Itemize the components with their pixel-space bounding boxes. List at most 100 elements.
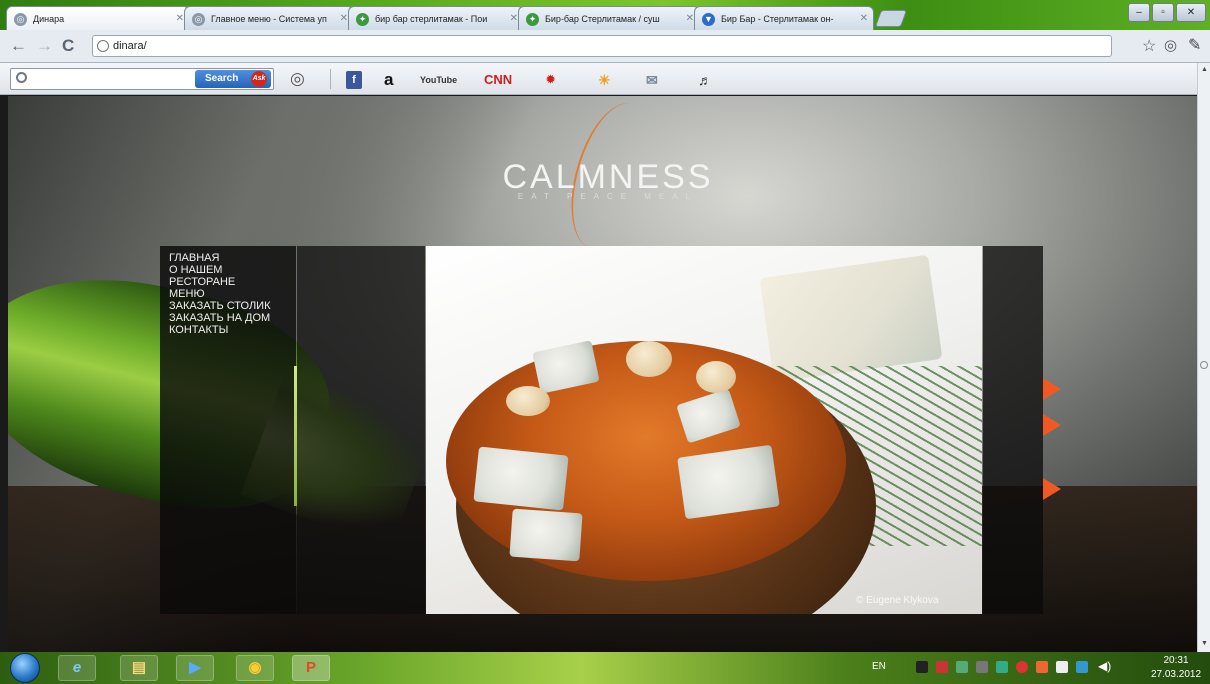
search-result-icon: ✦	[526, 13, 539, 26]
address-bar: ← → C dinara/ ☆ ◎ ✎	[0, 30, 1210, 63]
vertical-scrollbar[interactable]: ▲ ▼	[1197, 63, 1210, 652]
maximize-button[interactable]: ▫	[1152, 3, 1174, 22]
leek-accent-line	[294, 366, 297, 506]
cheese-piece	[677, 444, 780, 520]
tray-icon[interactable]	[916, 661, 928, 673]
close-icon[interactable]: ✕	[860, 7, 868, 30]
menu-item-book-table[interactable]: ЗАКАЗАТЬ СТОЛИК	[169, 300, 296, 312]
cnn-icon[interactable]: CNN	[484, 71, 512, 89]
tray-icon[interactable]	[996, 661, 1008, 673]
menu-item-about-restaurant[interactable]: РЕСТОРАНЕ	[169, 276, 296, 288]
tab-title: Бир-бар Стерлитамак / суш	[545, 14, 660, 24]
new-tab-button[interactable]	[874, 10, 908, 27]
explorer-folder-icon[interactable]: ▤	[120, 655, 158, 681]
facebook-icon[interactable]: f	[346, 71, 362, 89]
chrome-icon[interactable]: ◉	[236, 655, 274, 681]
tab-dinara[interactable]: ◎ Динара ✕	[6, 6, 190, 30]
photo-credit: © Eugene Klykova	[856, 595, 939, 606]
amazon-icon[interactable]: a	[384, 71, 393, 89]
tray-icon[interactable]	[976, 661, 988, 673]
ask-logo-icon: Ask	[251, 71, 267, 87]
mail-icon[interactable]: ✉	[646, 71, 658, 89]
menu-item-contacts[interactable]: КОНТАКТЫ	[169, 324, 296, 336]
toolbar-separator	[330, 69, 331, 89]
scroll-thumb[interactable]	[1200, 361, 1208, 369]
language-indicator[interactable]: EN	[872, 661, 886, 672]
bookmark-icon: ▼	[702, 13, 715, 26]
ask-search-input[interactable]	[33, 71, 193, 87]
cashew-nut	[696, 361, 736, 393]
reload-icon[interactable]: C	[62, 36, 74, 56]
minimize-button[interactable]: –	[1128, 3, 1150, 22]
tray-icon[interactable]	[936, 661, 948, 673]
star-icon[interactable]: ☆	[1142, 36, 1156, 56]
sun-icon[interactable]: ☀	[598, 71, 611, 89]
slider-controls	[983, 246, 1043, 614]
media-player-icon[interactable]: ▶	[176, 655, 214, 681]
web-page: CALMNESS EAT PEACE MEAL ГЛАВНАЯ О НАШЕМ …	[8, 96, 1197, 652]
page-icon	[97, 40, 109, 52]
menu-item-about[interactable]: О НАШЕМ	[169, 264, 296, 276]
url-text: dinara/	[113, 40, 147, 52]
tab-beer-bar-search[interactable]: ✦ бир бар стерлитамак - Пои ✕	[348, 6, 524, 30]
content-strip	[297, 246, 425, 614]
slide-arrow-icon[interactable]	[1043, 478, 1061, 500]
tab-title: Главное меню - Система уп	[211, 14, 327, 24]
close-icon[interactable]: ✕	[176, 7, 184, 30]
tab-title: Динара	[33, 14, 65, 24]
powerpoint-icon[interactable]: P	[292, 655, 330, 681]
cheese-piece	[473, 446, 569, 511]
cashew-nut	[506, 386, 550, 416]
scroll-up-icon[interactable]: ▲	[1201, 66, 1208, 73]
close-icon[interactable]: ✕	[340, 7, 348, 30]
tab-main-menu[interactable]: ◎ Главное меню - Система уп ✕	[184, 6, 354, 30]
tray-icon[interactable]	[956, 661, 968, 673]
site-tagline: EAT PEACE MEAL	[517, 192, 699, 201]
ask-toolbar: Search Ask ◎ f a YouTube CNN ✹ ☀ ✉ ♬	[0, 63, 1210, 95]
food-photo: © Eugene Klykova	[426, 246, 982, 614]
globe-icon: ◎	[192, 13, 205, 26]
youtube-icon[interactable]: YouTube	[420, 71, 468, 89]
cheese-piece	[509, 508, 583, 562]
clock-date[interactable]: 27.03.2012	[1146, 669, 1206, 680]
close-icon[interactable]: ✕	[510, 7, 518, 30]
volume-icon[interactable]: ◀)	[1098, 659, 1111, 673]
cashew-nut	[626, 341, 672, 377]
tab-title: бир бар стерлитамак - Пои	[375, 14, 488, 24]
menu-item-menu[interactable]: МЕНЮ	[169, 288, 296, 300]
tab-title: Бир Бар - Стерлитамак он-	[721, 14, 834, 24]
flag-icon[interactable]	[1036, 661, 1048, 673]
scroll-down-icon[interactable]: ▼	[1201, 640, 1208, 647]
wrench-icon[interactable]: ✎	[1188, 35, 1201, 55]
start-button[interactable]	[10, 653, 40, 683]
main-menu: ГЛАВНАЯ О НАШЕМ РЕСТОРАНЕ МЕНЮ ЗАКАЗАТЬ …	[160, 246, 296, 614]
tab-beer-bar-online[interactable]: ▼ Бир Бар - Стерлитамак он- ✕	[694, 6, 874, 30]
extension-icon[interactable]: ◎	[1164, 36, 1177, 54]
tray-icon[interactable]	[1016, 661, 1028, 673]
weather-icon[interactable]: ✹	[546, 71, 555, 89]
windows-taskbar: e ▤ ▶ ◉ P EN ◀) 20:31 27.03.2012	[0, 652, 1210, 684]
globe-icon: ◎	[14, 13, 27, 26]
close-window-button[interactable]: ✕	[1176, 3, 1206, 22]
tab-beer-bar-sushi[interactable]: ✦ Бир-бар Стерлитамак / суш ✕	[518, 6, 700, 30]
internet-explorer-icon[interactable]: e	[58, 655, 96, 681]
toolbar-logo-icon[interactable]: ◎	[290, 69, 305, 89]
url-field[interactable]: dinara/	[92, 35, 1112, 57]
search-result-icon: ✦	[356, 13, 369, 26]
close-icon[interactable]: ✕	[686, 7, 694, 30]
forward-arrow-icon[interactable]: →	[36, 36, 53, 56]
menu-item-home[interactable]: ГЛАВНАЯ	[169, 252, 296, 264]
search-button-label: Search	[205, 73, 239, 84]
battery-icon[interactable]	[1056, 661, 1068, 673]
slide-arrow-icon[interactable]	[1043, 378, 1061, 400]
ask-search-box: Search Ask	[10, 68, 274, 90]
tab-strip: ◎ Динара ✕ ◎ Главное меню - Система уп ✕…	[0, 0, 1210, 30]
ask-search-button[interactable]: Search Ask	[195, 70, 271, 88]
radio-icon[interactable]: ♬	[698, 71, 712, 89]
clock-time[interactable]: 20:31	[1146, 655, 1206, 666]
back-arrow-icon[interactable]: ←	[10, 36, 27, 56]
blue-cheese-block	[759, 254, 943, 383]
menu-item-delivery[interactable]: ЗАКАЗАТЬ НА ДОМ	[169, 312, 296, 324]
network-icon[interactable]	[1076, 661, 1088, 673]
slide-arrow-icon[interactable]	[1043, 414, 1061, 436]
